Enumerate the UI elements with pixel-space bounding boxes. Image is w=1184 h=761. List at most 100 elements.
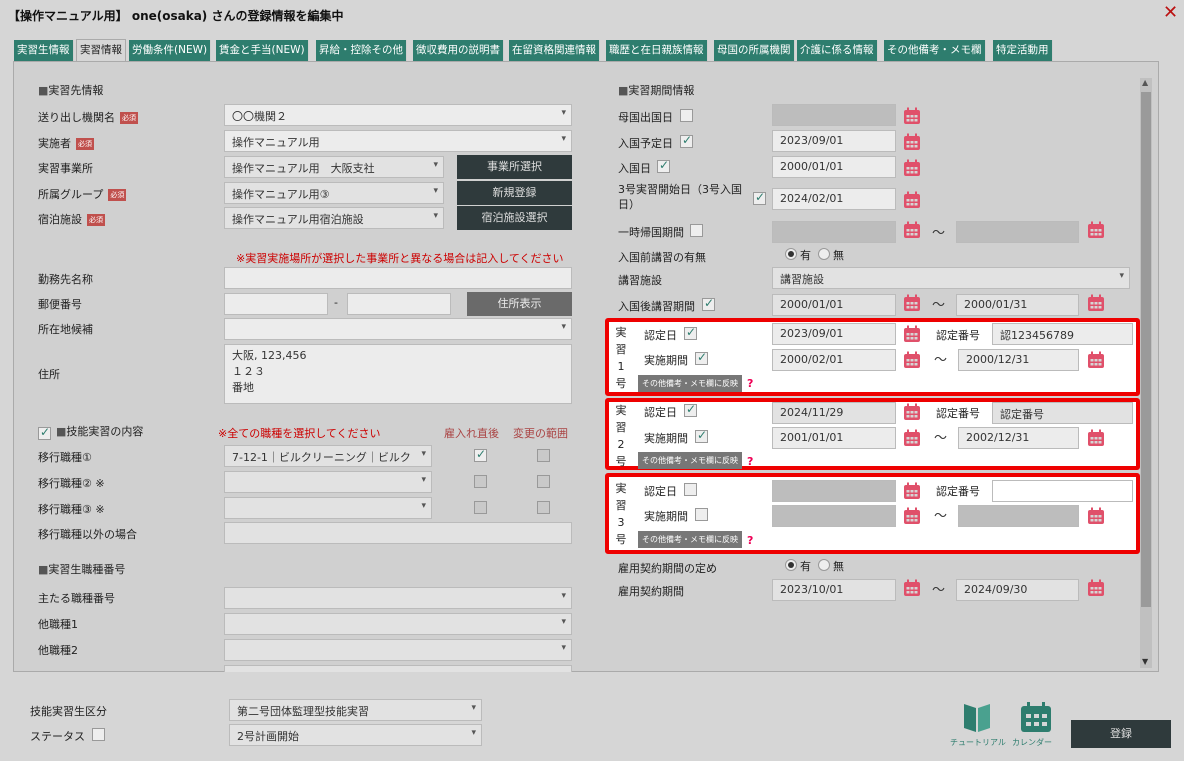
calendar-icon[interactable] — [1087, 579, 1105, 597]
help-icon[interactable]: ? — [747, 455, 753, 468]
sending-org-select[interactable]: 〇〇機関２ — [224, 104, 572, 126]
g1-cert-date[interactable]: 2023/09/01 — [772, 323, 896, 345]
depart-checkbox[interactable] — [680, 109, 693, 122]
calendar-icon[interactable] — [1087, 294, 1105, 312]
tab-fees[interactable]: 徴収費用の説明書 — [413, 40, 504, 61]
temp-return-checkbox[interactable] — [690, 224, 703, 237]
calendar-app-icon[interactable] — [1019, 701, 1053, 733]
g2-period-from[interactable]: 2001/01/01 — [772, 427, 896, 449]
start3-checkbox[interactable] — [753, 190, 766, 205]
g2-cert-date[interactable]: 2024/11/29 — [772, 402, 896, 424]
contract-to[interactable]: 2024/09/30 — [956, 579, 1079, 601]
register-button[interactable]: 登録 — [1071, 720, 1171, 748]
job-other-input[interactable] — [224, 522, 572, 544]
tutorial-label[interactable]: チュートリアル — [950, 737, 1006, 748]
job1-change-checkbox[interactable] — [537, 449, 550, 462]
post-training-from[interactable]: 2000/01/01 — [772, 294, 896, 316]
close-icon[interactable]: ✕ — [1163, 2, 1178, 23]
calendar-icon[interactable] — [903, 325, 921, 343]
scroll-down-icon[interactable]: ▼ — [1142, 657, 1148, 666]
calendar-icon[interactable] — [903, 294, 921, 312]
scrollbar-thumb[interactable] — [1141, 92, 1151, 607]
other-job1-select[interactable] — [224, 613, 572, 635]
tab-specific[interactable]: 特定活動用 — [993, 40, 1053, 61]
job2-select[interactable] — [224, 471, 432, 493]
depart-date[interactable] — [772, 104, 896, 126]
address-textarea[interactable]: 大阪, 123,456 １２３ 番地 — [224, 344, 572, 404]
g3-no-input[interactable] — [992, 480, 1133, 502]
calendar-icon[interactable] — [903, 482, 921, 500]
lodging-select[interactable]: 操作マニュアル用宿泊施設 — [224, 207, 444, 229]
tab-wages[interactable]: 賃金と手当(NEW) — [216, 40, 309, 61]
office-select[interactable]: 操作マニュアル用 大阪支社 — [224, 156, 444, 178]
help-icon[interactable]: ? — [747, 534, 753, 547]
g3-cert-checkbox[interactable] — [684, 483, 697, 496]
contract-from[interactable]: 2023/10/01 — [772, 579, 896, 601]
g1-period-checkbox[interactable] — [695, 350, 708, 365]
job3-hire-checkbox[interactable] — [474, 501, 487, 514]
tab-training-info[interactable]: 実習情報 — [76, 39, 126, 62]
status-select[interactable]: 2号計画開始 — [229, 724, 482, 746]
address-lookup-button[interactable]: 住所表示 — [467, 292, 572, 316]
g1-period-from[interactable]: 2000/02/01 — [772, 349, 896, 371]
g2-period-checkbox[interactable] — [695, 428, 708, 443]
g3-period-checkbox[interactable] — [695, 508, 708, 521]
calendar-icon[interactable] — [903, 351, 921, 369]
tab-care[interactable]: 介護に係る情報 — [797, 40, 878, 61]
tab-memo[interactable]: その他備考・メモ欄 — [884, 40, 986, 61]
tab-home-org[interactable]: 母国の所属機関 — [714, 40, 795, 61]
calendar-icon[interactable] — [903, 159, 921, 177]
job2-hire-checkbox[interactable] — [474, 475, 487, 488]
tab-residence[interactable]: 在留資格関連情報 — [509, 40, 600, 61]
new-register-button[interactable]: 新規登録 — [457, 181, 572, 205]
contract-def-yes-radio[interactable] — [785, 559, 797, 571]
job1-hire-checkbox[interactable] — [474, 447, 487, 462]
job3-change-checkbox[interactable] — [537, 501, 550, 514]
job2-change-checkbox[interactable] — [537, 475, 550, 488]
post-training-to[interactable]: 2000/01/31 — [956, 294, 1079, 316]
g3-memo-reflect-button[interactable]: その他備考・メモ欄に反映 — [638, 531, 742, 548]
tab-trainee-info[interactable]: 実習生情報 — [14, 40, 74, 61]
facility-select[interactable]: 講習施設 — [772, 267, 1130, 289]
calendar-icon[interactable] — [903, 133, 921, 151]
status-checkbox[interactable] — [92, 728, 105, 741]
postal-input-1[interactable] — [224, 293, 328, 315]
skills-section-checkbox[interactable] — [38, 425, 51, 440]
temp-return-from[interactable] — [772, 221, 896, 243]
entry-plan-checkbox[interactable] — [680, 133, 693, 148]
scroll-up-icon[interactable]: ▲ — [1142, 78, 1148, 87]
calendar-icon[interactable] — [1087, 221, 1105, 239]
g2-memo-reflect-button[interactable]: その他備考・メモ欄に反映 — [638, 452, 742, 469]
g2-period-to[interactable]: 2002/12/31 — [958, 427, 1079, 449]
pre-training-no-radio[interactable] — [818, 248, 830, 260]
calendar-icon[interactable] — [903, 579, 921, 597]
g1-cert-checkbox[interactable] — [684, 325, 697, 340]
calendar-icon[interactable] — [903, 403, 921, 421]
g3-cert-date[interactable] — [772, 480, 896, 502]
job3-select[interactable] — [224, 497, 432, 519]
lodging-select-button[interactable]: 宿泊施設選択 — [457, 206, 572, 230]
calendar-icon[interactable] — [903, 221, 921, 239]
calendar-label[interactable]: カレンダー — [1012, 737, 1052, 748]
other-job2-select[interactable] — [224, 639, 572, 661]
temp-return-to[interactable] — [956, 221, 1079, 243]
job1-select[interactable]: 7-12-1｜ビルクリーニング｜ビルク — [224, 445, 432, 467]
other-job3-select[interactable] — [224, 665, 572, 672]
office-select-button[interactable]: 事業所選択 — [457, 155, 572, 179]
group-select[interactable]: 操作マニュアル用③ — [224, 182, 444, 204]
g1-memo-reflect-button[interactable]: その他備考・メモ欄に反映 — [638, 375, 742, 392]
entry-plan-date[interactable]: 2023/09/01 — [772, 130, 896, 152]
g1-period-to[interactable]: 2000/12/31 — [958, 349, 1079, 371]
post-training-checkbox[interactable] — [702, 296, 715, 311]
tab-working-conditions[interactable]: 労働条件(NEW) — [129, 40, 212, 61]
tab-career[interactable]: 職歴と在日親族情報 — [606, 40, 708, 61]
pref-select[interactable] — [224, 318, 572, 340]
tutorial-icon[interactable] — [962, 700, 992, 734]
category-select[interactable]: 第二号団体監理型技能実習 — [229, 699, 482, 721]
g2-cert-checkbox[interactable] — [684, 402, 697, 417]
g2-no-input[interactable]: 認定番号 — [992, 402, 1133, 424]
g3-period-to[interactable] — [958, 505, 1079, 527]
calendar-icon[interactable] — [903, 107, 921, 125]
calendar-icon[interactable] — [903, 507, 921, 525]
calendar-icon[interactable] — [1087, 507, 1105, 525]
